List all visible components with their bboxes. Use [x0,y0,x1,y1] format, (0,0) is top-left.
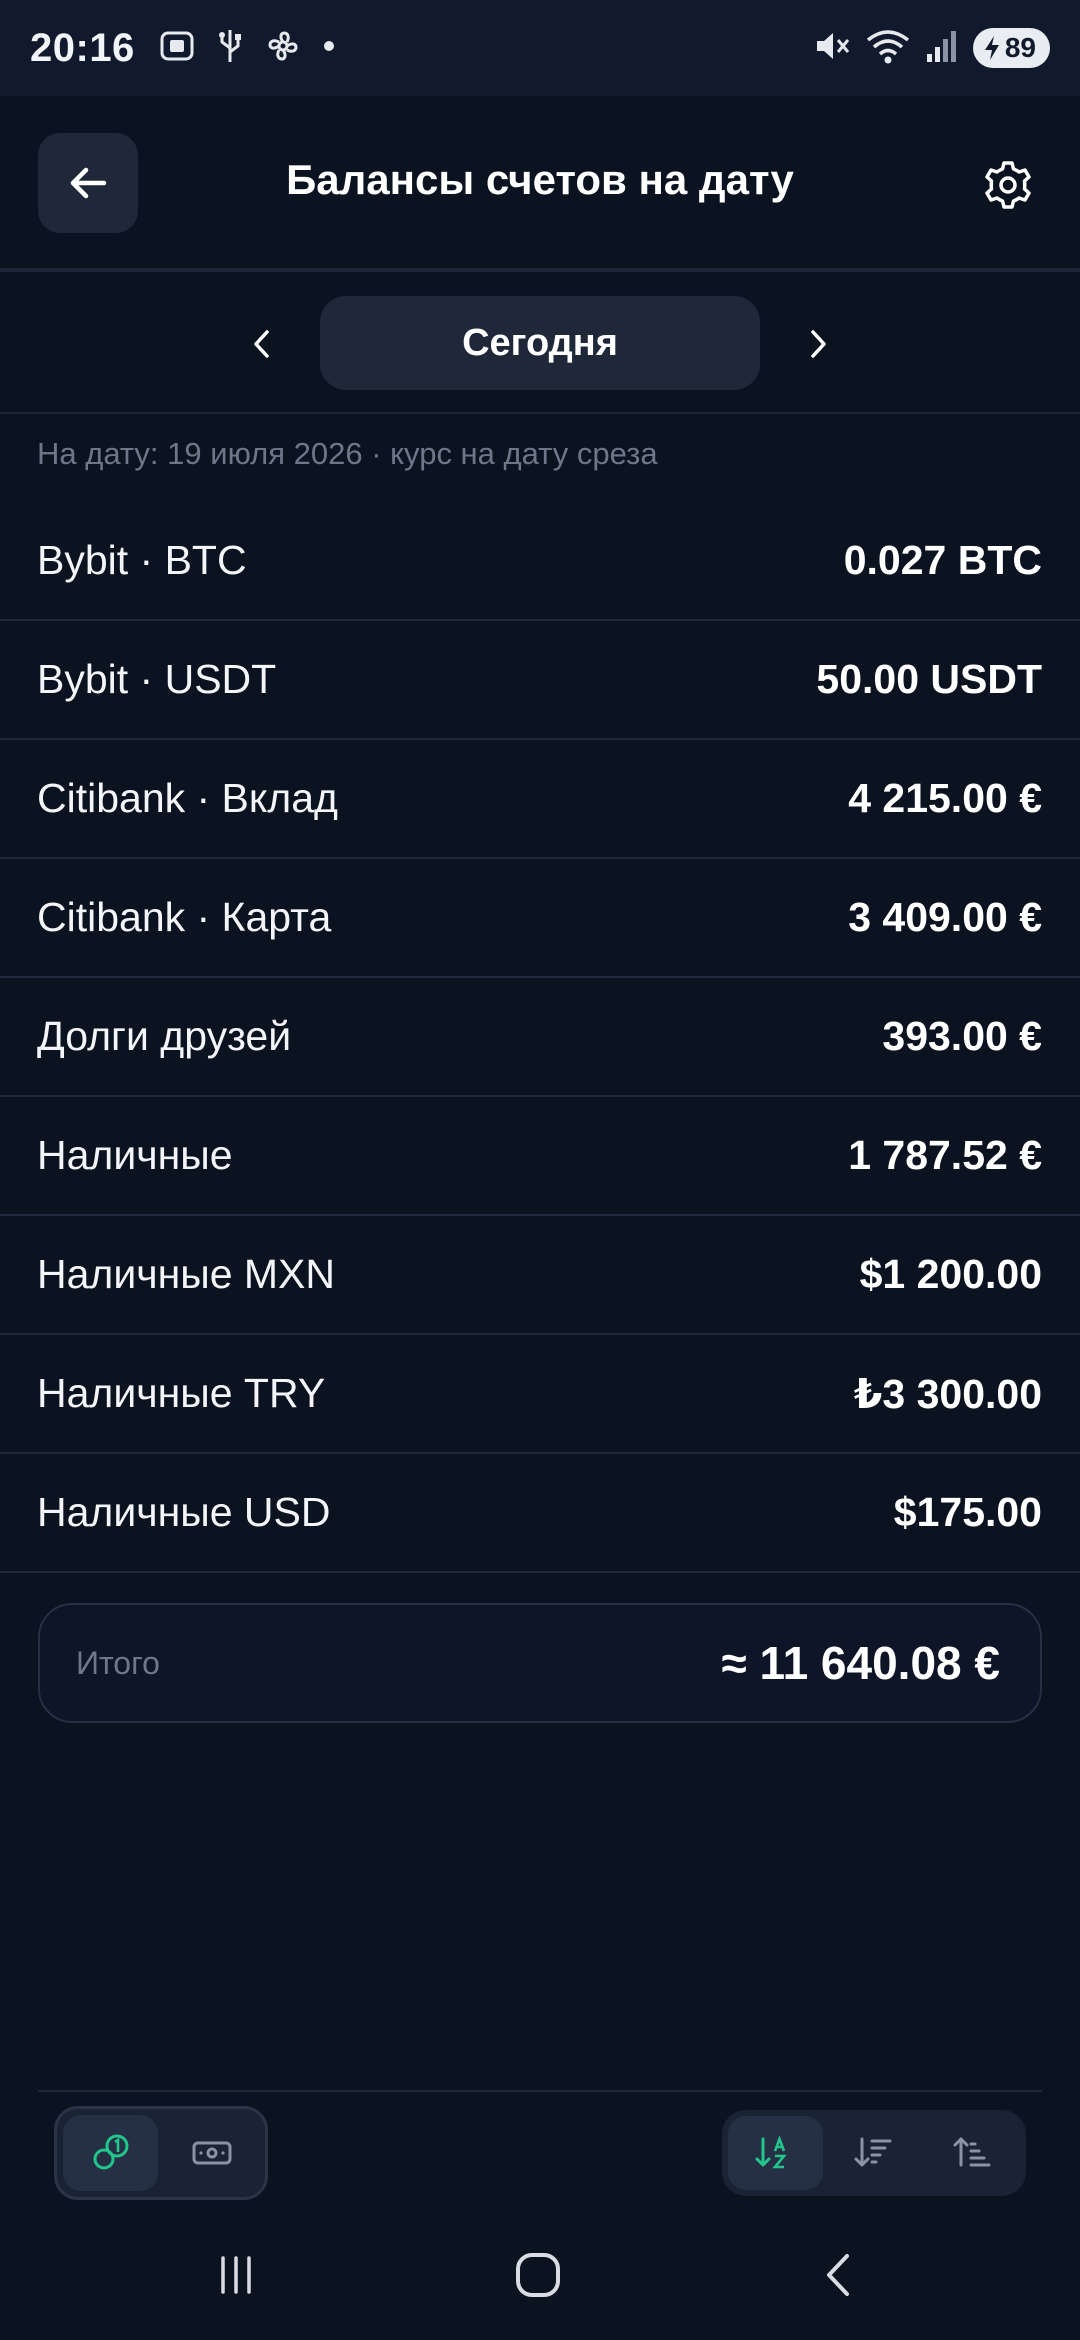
recents-button[interactable] [196,2240,276,2310]
sort-ascending-icon [953,2137,991,2167]
account-balance: 0.027 BTC [843,537,1042,583]
view-toggle [54,2106,268,2200]
fan-icon [263,26,303,71]
chevron-left-icon [254,330,269,358]
account-balance: 50.00 USDT [816,656,1042,702]
battery-level: 89 [1004,32,1036,63]
sort-descending-icon [854,2137,892,2167]
total-card: Итого ≈ 11 640.08 € [38,1603,1042,1723]
total-label: Итого [76,1644,160,1681]
account-balance: 3 409.00 € [848,894,1042,940]
list-item[interactable]: Bybit · USDT 50.00 USDT [0,621,1080,740]
list-item[interactable]: Долги друзей 393.00 € [0,978,1080,1097]
account-balance: $1 200.00 [859,1251,1042,1297]
signal-icon [925,26,959,71]
list-item[interactable]: Наличные MXN $1 200.00 [0,1216,1080,1335]
account-name: Долги друзей [37,1013,292,1059]
back-chevron-icon [827,2254,849,2296]
cash-view-button[interactable] [164,2115,259,2191]
recents-icon [221,2256,251,2294]
account-balance: $175.00 [893,1489,1042,1535]
sort-ascending-button[interactable] [925,2116,1020,2190]
gear-icon [985,161,1031,209]
list-item[interactable]: Наличные 1 787.52 € [0,1097,1080,1216]
back-nav-button[interactable] [800,2240,880,2310]
list-item[interactable]: Citibank · Вклад 4 215.00 € [0,740,1080,859]
sort-alphabetical-button[interactable] [728,2116,823,2190]
account-name: Citibank · Вклад [37,775,338,821]
account-balance: 4 215.00 € [848,775,1042,821]
date-picker-button[interactable]: Сегодня [320,296,760,390]
next-date-button[interactable] [788,314,848,374]
list-item[interactable]: Citibank · Карта 3 409.00 € [0,859,1080,978]
account-name: Bybit · BTC [37,537,247,583]
account-balance: ₺3 300.00 [853,1370,1042,1417]
home-icon [516,2253,560,2297]
accounts-list: Bybit · BTC 0.027 BTC Bybit · USDT 50.00… [0,502,1080,1573]
list-item[interactable]: Наличные TRY ₺3 300.00 [0,1335,1080,1454]
chevron-right-icon [811,330,826,358]
screenshot-icon [157,26,197,71]
total-value: ≈ 11 640.08 € [721,1637,1001,1689]
status-bar: 20:16 89 [0,0,1080,96]
home-button[interactable] [498,2240,578,2310]
wifi-icon [865,26,911,71]
previous-date-button[interactable] [232,314,292,374]
status-time: 20:16 [30,25,135,70]
list-item[interactable]: Наличные USD $175.00 [0,1454,1080,1573]
account-balance: 1 787.52 € [848,1132,1042,1178]
account-name: Bybit · USDT [37,656,277,702]
account-name: Citibank · Карта [37,894,332,940]
account-name: Наличные [37,1132,233,1178]
coins-view-button[interactable] [63,2115,158,2191]
settings-button[interactable] [976,153,1040,217]
sort-toggle [722,2110,1026,2196]
account-name: Наличные MXN [37,1251,336,1297]
sort-descending-button[interactable] [827,2116,922,2190]
battery-icon: 89 [972,28,1050,68]
dot-icon [321,26,337,71]
list-item[interactable]: Bybit · BTC 0.027 BTC [0,502,1080,621]
system-navigation-bar [0,2210,1080,2340]
mute-icon [811,26,851,71]
account-balance: 393.00 € [882,1013,1042,1059]
sort-alpha-icon [755,2135,788,2169]
date-selector: Сегодня [0,276,1080,414]
app-header: Балансы счетов на дату [0,96,1080,272]
date-caption: На дату: 19 июля 2026 · курс на дату сре… [37,436,658,471]
divider [38,2090,1042,2092]
coins-icon [93,2134,128,2170]
banknote-icon [192,2141,231,2165]
account-name: Наличные TRY [37,1370,326,1416]
usb-icon [215,26,245,71]
page-title: Балансы счетов на дату [286,156,794,203]
account-name: Наличные USD [37,1489,331,1535]
